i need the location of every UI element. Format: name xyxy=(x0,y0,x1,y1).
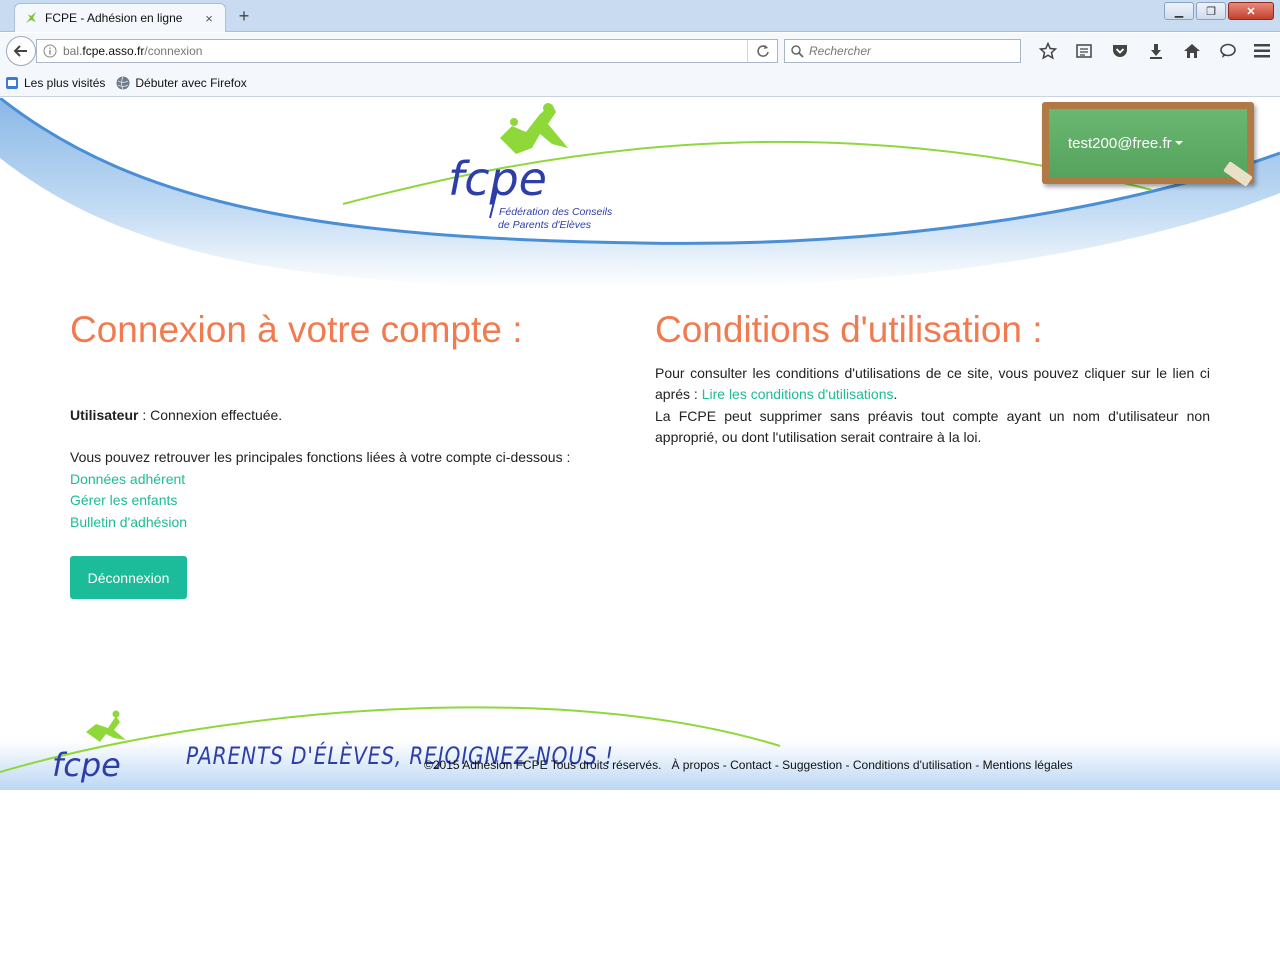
logout-button[interactable]: Déconnexion xyxy=(70,556,187,600)
back-arrow-icon xyxy=(13,45,27,57)
account-intro: Vous pouvez retrouver les principales fo… xyxy=(70,449,571,466)
caret-down-icon xyxy=(1174,141,1183,145)
account-links: Données adhérent Gérer les enfants Bulle… xyxy=(70,469,610,534)
back-button[interactable] xyxy=(6,36,36,66)
footer-swoosh: fcpe xyxy=(0,706,781,784)
nav-bar: bal.fcpe.asso.fr/connexion Rechercher xyxy=(0,33,1280,69)
toolbar-icons xyxy=(1030,41,1246,61)
search-placeholder: Rechercher xyxy=(809,44,872,58)
footer-link-contact[interactable]: Contact xyxy=(730,758,771,772)
conditions-text: Pour consulter les conditions d'utilisat… xyxy=(655,364,1210,446)
minimize-button[interactable]: ▁ xyxy=(1164,2,1194,20)
globe-icon xyxy=(116,75,130,90)
copyright: ©2015 Adhésion FCPE Tous droits réservés… xyxy=(424,758,662,772)
tab-bar: FCPE - Adhésion en ligne × + ▁ ❐ ✕ xyxy=(0,0,1280,32)
user-account-dropdown[interactable]: test200@free.fr xyxy=(1049,109,1247,177)
conditions-title: Conditions d'utilisation : xyxy=(655,309,1043,350)
conditions-section: Conditions d'utilisation : Pour consulte… xyxy=(655,309,1210,449)
url-text: bal.fcpe.asso.fr/connexion xyxy=(63,44,203,58)
tab-active[interactable]: FCPE - Adhésion en ligne × xyxy=(14,3,226,32)
download-icon[interactable] xyxy=(1138,41,1174,61)
user-email: test200@free.fr xyxy=(1068,134,1172,152)
footer-logo: fcpe xyxy=(52,746,121,784)
url-bar[interactable]: bal.fcpe.asso.fr/connexion xyxy=(36,39,778,63)
svg-text:Fédération des Conseils: Fédération des Conseils xyxy=(499,206,613,218)
svg-text:fcpe: fcpe xyxy=(448,152,547,206)
fcpe-logo: fcpe Fédération des Conseils de Parents … xyxy=(448,103,613,231)
close-window-button[interactable]: ✕ xyxy=(1228,2,1274,20)
bookmark-most-visited[interactable]: Les plus visités xyxy=(4,75,105,91)
member-data-link[interactable]: Données adhérent xyxy=(70,471,185,487)
user-label: Utilisateur xyxy=(70,406,139,423)
footer: fcpe PARENTS D'ÉLÈVES, REJOIGNEZ-NOUS ! … xyxy=(0,688,1280,790)
footer-link-suggestion[interactable]: Suggestion xyxy=(782,758,842,772)
window-controls: ▁ ❐ ✕ xyxy=(1164,2,1274,20)
footer-link-conditions[interactable]: Conditions d'utilisation xyxy=(853,758,972,772)
search-icon xyxy=(785,44,809,58)
reload-icon[interactable] xyxy=(747,40,777,62)
new-tab-button[interactable]: + xyxy=(234,6,254,26)
login-title: Connexion à votre compte : xyxy=(70,309,523,350)
membership-form-link[interactable]: Bulletin d'adhésion xyxy=(70,514,187,530)
chat-icon[interactable] xyxy=(1210,41,1246,61)
restore-button[interactable]: ❐ xyxy=(1196,2,1226,20)
pocket-icon[interactable] xyxy=(1102,41,1138,61)
bookmark-star-icon[interactable] xyxy=(1030,41,1066,61)
footer-links: ©2015 Adhésion FCPE Tous droits réservés… xyxy=(424,758,1073,772)
page: fcpe Fédération des Conseils de Parents … xyxy=(0,98,1280,960)
reading-list-icon[interactable] xyxy=(1066,41,1102,61)
search-bar[interactable]: Rechercher xyxy=(784,39,1021,63)
menu-hamburger-icon[interactable] xyxy=(1252,41,1272,61)
tab-close-icon[interactable]: × xyxy=(201,10,217,26)
bookmarks-toolbar: Les plus visités Débuter avec Firefox xyxy=(0,69,1280,97)
footer-link-legal[interactable]: Mentions légales xyxy=(983,758,1073,772)
svg-text:de Parents d'Elèves: de Parents d'Elèves xyxy=(498,219,592,231)
bookmark-getting-started[interactable]: Débuter avec Firefox xyxy=(115,75,247,91)
footer-link-about[interactable]: À propos xyxy=(671,758,719,772)
bookmark-folder-icon xyxy=(6,76,18,89)
user-account-board: test200@free.fr xyxy=(1042,102,1254,187)
fcpe-favicon-icon xyxy=(26,12,36,23)
read-conditions-link[interactable]: Lire les conditions d'utilisations xyxy=(702,386,894,402)
info-icon[interactable] xyxy=(37,44,63,58)
login-section: Connexion à votre compte : Utilisateur :… xyxy=(70,309,610,600)
home-icon[interactable] xyxy=(1174,41,1210,61)
user-status-text: : Connexion effectuée. xyxy=(138,406,283,423)
manage-children-link[interactable]: Gérer les enfants xyxy=(70,492,177,508)
tab-title: FCPE - Adhésion en ligne xyxy=(45,11,183,25)
user-status: Utilisateur : Connexion effectuée. xyxy=(70,405,610,427)
